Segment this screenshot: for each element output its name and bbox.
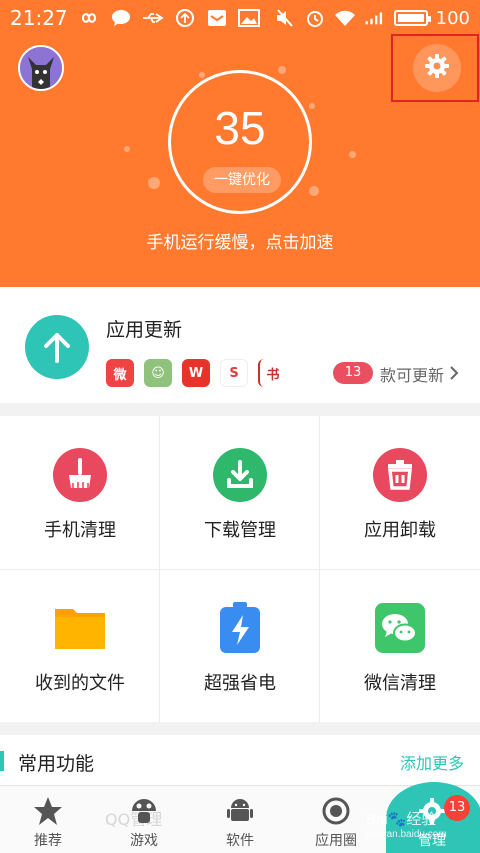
app-update-title: 应用更新: [106, 319, 183, 341]
cartoon-app-icon: ☺: [144, 359, 172, 387]
decor-dot: [309, 186, 319, 196]
sync-icon: [174, 9, 196, 27]
app-icon-glyph: 微: [113, 367, 127, 383]
circle-icon: [320, 796, 352, 826]
tool-label: 手机清理: [44, 520, 116, 541]
chat-icon: [110, 9, 132, 27]
download-icon: [213, 448, 267, 502]
nav-label: 软件: [226, 833, 254, 849]
nav-item-software[interactable]: 软件: [192, 786, 288, 853]
tool-label: 下载管理: [204, 520, 276, 541]
battery-bolt-icon: [213, 601, 267, 655]
book-app-icon: 书: [258, 359, 286, 387]
android-icon: [224, 796, 256, 826]
alarm-icon: [304, 9, 326, 27]
wechat-icon: [373, 601, 427, 655]
tool-grid: 手机清理 下载管理 应用卸载 收到的文件 超强省电 微信清理: [0, 416, 480, 722]
decor-dot: [309, 103, 315, 109]
tool-label: 收到的文件: [35, 673, 125, 694]
common-functions-section: 常用功能 添加更多: [0, 735, 480, 785]
app-icon-glyph: ☺: [151, 365, 165, 381]
app-icon-glyph: W: [188, 365, 204, 381]
nav-item-recommend[interactable]: 推荐: [0, 786, 96, 853]
update-count-link[interactable]: 款可更新: [380, 362, 459, 386]
signal-icon: [364, 9, 386, 27]
tool-app-uninstall[interactable]: 应用卸载: [320, 416, 480, 569]
common-functions-title: 常用功能: [18, 753, 95, 775]
nav-label: 推荐: [34, 833, 62, 849]
battery-icon: [393, 10, 431, 26]
tool-received-files[interactable]: 收到的文件: [0, 569, 160, 722]
tool-download-manage[interactable]: 下载管理: [160, 416, 320, 569]
decor-dot: [278, 66, 286, 74]
mushroom-icon: [128, 796, 160, 826]
score-ring[interactable]: 35 一键优化: [168, 70, 312, 214]
decor-dot: [148, 177, 160, 189]
decor-dot: [124, 146, 130, 152]
settings-button[interactable]: [413, 44, 461, 92]
header: 21:27 100 35 一键优化 手机运行缓慢，点击加速: [0, 0, 480, 287]
app-icon-glyph: S: [229, 365, 239, 381]
tool-wechat-clean[interactable]: 微信清理: [320, 569, 480, 722]
tool-label: 超强省电: [204, 673, 276, 694]
infinity-icon: [78, 9, 100, 27]
app-icon-glyph: 书: [266, 367, 280, 383]
s-app-icon: S: [220, 359, 248, 387]
mail-icon: [206, 9, 228, 27]
star-icon: [32, 796, 64, 826]
chevron-right-icon: [450, 365, 459, 384]
tool-power-saving[interactable]: 超强省电: [160, 569, 320, 722]
app-icon-row: 微 ☺ W S 书: [106, 359, 286, 387]
score-value: 35: [214, 102, 266, 154]
nav-manage-badge: 13: [444, 795, 470, 821]
update-count-badge: 13: [333, 362, 373, 384]
mute-icon: [274, 9, 296, 27]
folder-icon: [53, 601, 107, 655]
nav-item-games[interactable]: 游戏: [96, 786, 192, 853]
tool-label: 微信清理: [364, 673, 436, 694]
tool-label: 应用卸载: [364, 520, 436, 541]
arrow-up-icon: [25, 315, 89, 379]
user-avatar[interactable]: [18, 45, 64, 91]
speedup-hint[interactable]: 手机运行缓慢，点击加速: [0, 228, 480, 253]
add-more-link[interactable]: 添加更多: [400, 750, 464, 774]
gear-icon: [424, 53, 450, 83]
tool-phone-clean[interactable]: 手机清理: [0, 416, 160, 569]
decor-dot: [349, 151, 356, 158]
broom-icon: [53, 448, 107, 502]
usb-icon: [142, 9, 164, 27]
battery-level: 100: [435, 7, 470, 29]
one-click-optimize-button[interactable]: 一键优化: [203, 167, 281, 193]
decor-dot: [199, 72, 205, 78]
watermark-logo: Bai🐾经验 jingyan.baidu.com: [366, 811, 447, 840]
section-accent-bar: [0, 751, 4, 771]
wifi-icon: [334, 9, 356, 27]
update-count-text: 款可更新: [380, 366, 445, 385]
trash-icon: [373, 448, 427, 502]
app-update-card[interactable]: 应用更新 微 ☺ W S 书 13 款可更新: [0, 287, 480, 403]
nav-label: 游戏: [130, 833, 158, 849]
status-time: 21:27: [10, 6, 68, 30]
weibo-app-icon: 微: [106, 359, 134, 387]
status-bar: 21:27 100: [0, 0, 480, 36]
wps-app-icon: W: [182, 359, 210, 387]
nav-label: 应用圈: [315, 833, 357, 849]
image-icon: [237, 9, 260, 27]
